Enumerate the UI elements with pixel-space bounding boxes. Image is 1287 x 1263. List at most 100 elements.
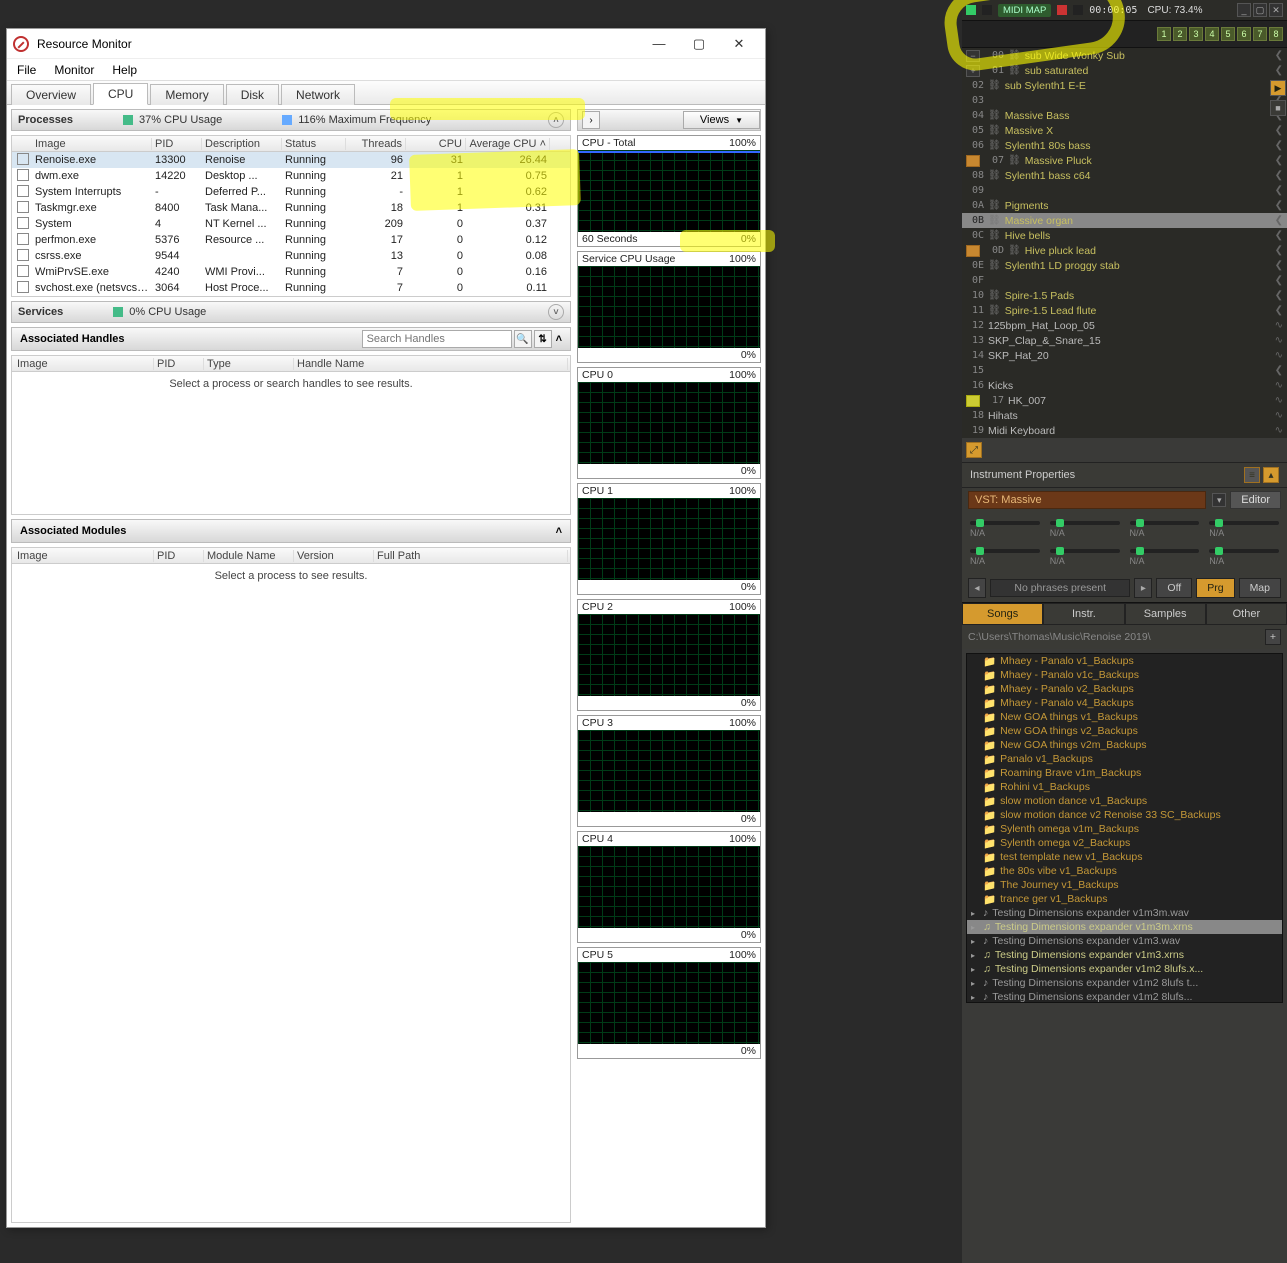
editor-button[interactable]: Editor (1230, 491, 1281, 509)
instrument-list[interactable]: −00⛓sub Wide Wonky Sub❮+01⛓sub saturated… (962, 48, 1287, 438)
list-icon[interactable]: ≡ (1244, 467, 1260, 483)
scope-button[interactable]: 4 (1205, 27, 1219, 41)
scope-button[interactable]: 7 (1253, 27, 1267, 41)
file-row[interactable]: 📁Mhaey - Panalo v4_Backups (967, 696, 1282, 710)
menu-file[interactable]: File (17, 63, 36, 77)
tab-overview[interactable]: Overview (11, 84, 91, 105)
tab-other[interactable]: Other (1206, 603, 1287, 625)
instrument-row[interactable]: 03❮ (962, 93, 1287, 108)
file-row[interactable]: ▸♪Testing Dimensions expander v1m2 8lufs… (967, 976, 1282, 990)
instrument-row[interactable]: 0D⛓Hive pluck lead❮ (962, 243, 1287, 258)
processes-columns[interactable]: Image PID Description Status Threads CPU… (12, 136, 570, 152)
services-collapse-icon[interactable]: ˅ (548, 304, 564, 320)
instrument-row[interactable]: 19Midi Keyboard∿ (962, 423, 1287, 438)
macro-slider[interactable]: N/A (1050, 546, 1120, 568)
process-row[interactable]: dwm.exe14220Desktop ...Running2110.75 (12, 168, 570, 184)
file-row[interactable]: 📁test template new v1_Backups (967, 850, 1282, 864)
macro-slider[interactable]: N/A (1209, 518, 1279, 540)
minimize-button[interactable]: — (639, 30, 679, 58)
instrument-row[interactable]: −00⛓sub Wide Wonky Sub❮ (962, 48, 1287, 63)
file-row[interactable]: ▸♫Testing Dimensions expander v1m3.xrns (967, 948, 1282, 962)
instrument-row[interactable]: 10⛓Spire-1.5 Pads❮ (962, 288, 1287, 303)
instrument-row[interactable]: 02⛓sub Sylenth1 E-E❮ (962, 78, 1287, 93)
menu-monitor[interactable]: Monitor (54, 63, 94, 77)
titlebar[interactable]: Resource Monitor — ▢ ✕ (7, 29, 765, 59)
macro-slider[interactable]: N/A (970, 518, 1040, 540)
file-row[interactable]: 📁Sylenth omega v1m_Backups (967, 822, 1282, 836)
process-row[interactable]: svchost.exe (netsvcs -p)3064Host Proce..… (12, 280, 570, 296)
scope-button[interactable]: 8 (1269, 27, 1283, 41)
tab-instr[interactable]: Instr. (1043, 603, 1124, 625)
instrument-row[interactable]: 04⛓Massive Bass❮ (962, 108, 1287, 123)
instrument-row[interactable]: 0E⛓Sylenth1 LD proggy stab❮ (962, 258, 1287, 273)
views-dropdown[interactable]: Views▼ (683, 111, 760, 129)
handles-search-input[interactable] (362, 330, 512, 348)
phrase-next-icon[interactable]: ▸ (1134, 578, 1152, 598)
tab-cpu[interactable]: CPU (93, 83, 148, 105)
file-row[interactable]: 📁New GOA things v1_Backups (967, 710, 1282, 724)
tab-network[interactable]: Network (281, 84, 355, 105)
stop-icon[interactable]: ■ (1270, 100, 1286, 116)
instrument-row[interactable]: 16Kicks∿ (962, 378, 1287, 393)
process-row[interactable]: Renoise.exe13300RenoiseRunning963126.44 (12, 152, 570, 168)
instrument-row[interactable]: 14SKP_Hat_20∿ (962, 348, 1287, 363)
instrument-row[interactable]: 07⛓Massive Pluck❮ (962, 153, 1287, 168)
instrument-row[interactable]: 12125bpm_Hat_Loop_05∿ (962, 318, 1287, 333)
file-row[interactable]: 📁slow motion dance v1_Backups (967, 794, 1282, 808)
file-row[interactable]: 📁Rohini v1_Backups (967, 780, 1282, 794)
processes-header[interactable]: Processes 37% CPU Usage 116% Maximum Fre… (11, 109, 571, 131)
process-row[interactable]: System4NT Kernel ...Running20900.37 (12, 216, 570, 232)
macro-slider[interactable]: N/A (1209, 546, 1279, 568)
instrument-row[interactable]: 0B⛓Massive organ❮ (962, 213, 1287, 228)
vst-dropdown-icon[interactable]: ▾ (1212, 493, 1226, 507)
file-row[interactable]: 📁Sylenth omega v2_Backups (967, 836, 1282, 850)
path-text[interactable]: C:\Users\Thomas\Music\Renoise 2019\ (968, 631, 1151, 643)
file-row[interactable]: ▸♫Testing Dimensions expander v1m3m.xrns (967, 920, 1282, 934)
maximize-button[interactable]: ▢ (679, 30, 719, 58)
close-button[interactable]: ✕ (719, 30, 759, 58)
instrument-row[interactable]: 11⛓Spire-1.5 Lead flute❮ (962, 303, 1287, 318)
instrument-row[interactable]: 09❮ (962, 183, 1287, 198)
file-row[interactable]: 📁Roaming Brave v1m_Backups (967, 766, 1282, 780)
process-row[interactable]: WmiPrvSE.exe4240WMI Provi...Running700.1… (12, 264, 570, 280)
file-row[interactable]: 📁The Journey v1_Backups (967, 878, 1282, 892)
modules-header[interactable]: Associated Modules ˄ (11, 519, 571, 543)
macro-slider[interactable]: N/A (1050, 518, 1120, 540)
process-row[interactable]: perfmon.exe5376Resource ...Running1700.1… (12, 232, 570, 248)
scope-button[interactable]: 2 (1173, 27, 1187, 41)
scope-button[interactable]: 5 (1221, 27, 1235, 41)
instrument-row[interactable]: +01⛓sub saturated❮ (962, 63, 1287, 78)
file-row[interactable]: ▸♪Testing Dimensions expander v1m3.wav (967, 934, 1282, 948)
instrument-row[interactable]: 05⛓Massive X❮ (962, 123, 1287, 138)
instrument-row[interactable]: 0C⛓Hive bells❮ (962, 228, 1287, 243)
close-button[interactable]: ✕ (1269, 3, 1283, 17)
modules-columns[interactable]: Image PID Module Name Version Full Path (12, 548, 570, 564)
handles-collapse-icon[interactable]: ˄ (556, 333, 562, 345)
process-row[interactable]: csrss.exe9544Running1300.08 (12, 248, 570, 264)
instrument-row[interactable]: 18Hihats∿ (962, 408, 1287, 423)
scope-button[interactable]: 1 (1157, 27, 1171, 41)
process-row[interactable]: Taskmgr.exe8400Task Mana...Running1810.3… (12, 200, 570, 216)
search-split-icon[interactable]: ⇅ (534, 330, 552, 348)
vst-name[interactable]: VST: Massive (968, 491, 1206, 509)
handles-header[interactable]: Associated Handles 🔍 ⇅ ˄ (11, 327, 571, 351)
handles-columns[interactable]: Image PID Type Handle Name (12, 356, 570, 372)
menu-help[interactable]: Help (112, 63, 137, 77)
add-path-icon[interactable]: + (1265, 629, 1281, 645)
scope-button[interactable]: 6 (1237, 27, 1251, 41)
phrase-prg-button[interactable]: Prg (1196, 578, 1234, 598)
file-browser[interactable]: 📁Mhaey - Panalo v1_Backups📁Mhaey - Panal… (966, 653, 1283, 1003)
scope-button[interactable]: 3 (1189, 27, 1203, 41)
instrument-row[interactable]: 0F❮ (962, 273, 1287, 288)
tab-samples[interactable]: Samples (1125, 603, 1206, 625)
phrase-prev-icon[interactable]: ◂ (968, 578, 986, 598)
file-row[interactable]: 📁trance ger v1_Backups (967, 892, 1282, 906)
file-row[interactable]: 📁New GOA things v2_Backups (967, 724, 1282, 738)
process-row[interactable]: System Interrupts-Deferred P...Running-1… (12, 184, 570, 200)
play-icon[interactable]: ▶ (1270, 80, 1286, 96)
file-row[interactable]: 📁the 80s vibe v1_Backups (967, 864, 1282, 878)
instrument-row[interactable]: 08⛓Sylenth1 bass c64❮ (962, 168, 1287, 183)
instrument-row[interactable]: 17HK_007∿ (962, 393, 1287, 408)
file-row[interactable]: ▸♪Testing Dimensions expander v1m3m.wav (967, 906, 1282, 920)
tab-memory[interactable]: Memory (150, 84, 223, 105)
